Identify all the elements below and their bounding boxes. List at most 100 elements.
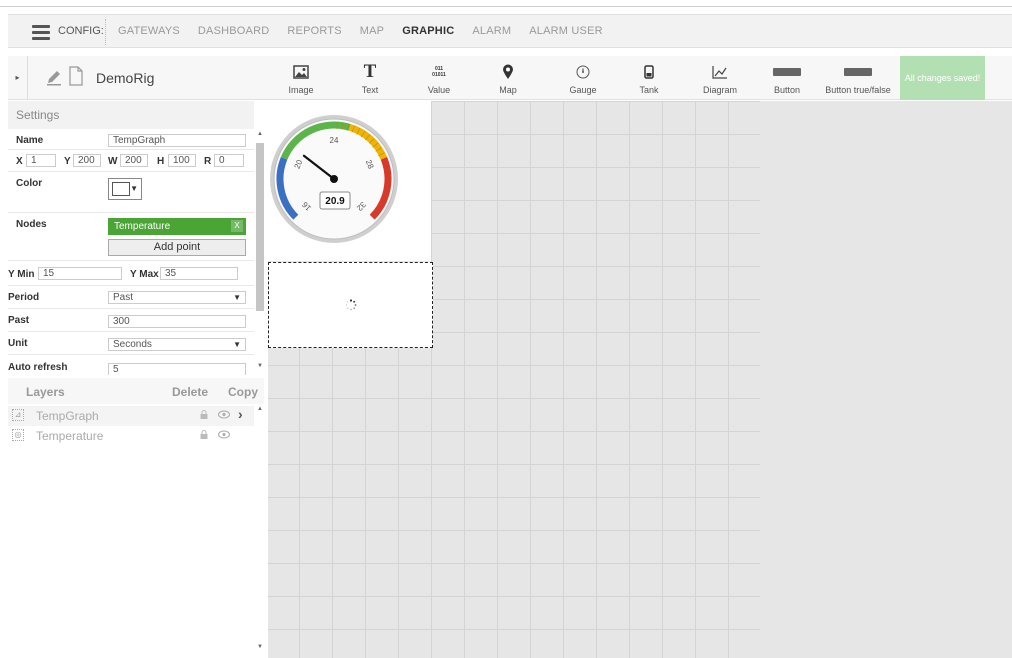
add-point-button[interactable]: Add point (108, 239, 246, 256)
settings-scrollbar[interactable]: ▲ ▼ (256, 131, 264, 375)
layers-scrollbar[interactable]: ▲ ▼ (256, 404, 264, 658)
graphic-canvas[interactable]: 16 20 24 28 32 20.9 (268, 101, 1012, 658)
period-value: Past (113, 292, 134, 303)
tool-image[interactable]: Image (284, 62, 318, 95)
nav-separator (105, 19, 106, 45)
document-icon[interactable] (68, 66, 84, 86)
r-label: R (204, 156, 212, 167)
h-input[interactable]: 100 (168, 154, 196, 167)
chevron-down-icon: ▼ (233, 293, 241, 302)
h-label: H (157, 156, 165, 167)
app-frame: CONFIG: GATEWAYS DASHBOARD REPORTS MAP GRAPH… (0, 0, 1012, 658)
nav-item-dashboard[interactable]: DASHBOARD (198, 25, 269, 37)
geometry-row: X 1 Y 200 W 200 H 100 R 0 (8, 150, 254, 172)
period-select[interactable]: Past ▼ (108, 291, 246, 304)
color-swatch (112, 182, 130, 196)
tool-label: Button (773, 85, 801, 95)
tool-value[interactable]: 011 01011 Value (422, 62, 456, 95)
chevron-down-icon: ▼ (130, 184, 138, 193)
nav-item-graphic[interactable]: GRAPHIC (402, 25, 454, 37)
remove-node-button[interactable]: X (231, 220, 243, 232)
tool-gauge[interactable]: Gauge (566, 62, 600, 95)
ymax-input[interactable]: 35 (160, 267, 238, 280)
node-chip: Temperature X (108, 218, 246, 235)
gauge-layer-icon: ◎ (12, 429, 24, 441)
tool-label: Image (288, 85, 314, 95)
delete-layer-button[interactable]: Delete (172, 385, 208, 399)
w-input[interactable]: 200 (120, 154, 148, 167)
nav-menu: GATEWAYS DASHBOARD REPORTS MAP GRAPHIC ALARM A… (118, 25, 621, 37)
color-picker[interactable]: ▼ (108, 178, 142, 200)
tool-map[interactable]: Map (491, 62, 525, 95)
canvas-margin (760, 101, 1012, 658)
scroll-down-icon[interactable]: ▼ (256, 363, 264, 369)
tool-button[interactable]: Button (770, 62, 804, 95)
layer-row[interactable]: ⊿ TempGraph › (8, 406, 254, 426)
nav-item-alarm-user[interactable]: ALARM USER (529, 25, 603, 37)
lock-icon[interactable] (200, 410, 208, 419)
auto-refresh-input[interactable]: 5 (108, 363, 246, 375)
diagram-icon (712, 66, 727, 79)
config-label: CONFIG: (58, 25, 104, 37)
lock-icon[interactable] (200, 430, 208, 439)
image-icon (293, 65, 309, 79)
layers-panel: Layers Delete Copy ⊿ TempGraph › ◎ Tempe… (8, 378, 264, 658)
scroll-down-icon[interactable]: ▼ (256, 644, 264, 650)
name-input[interactable]: TempGraph (108, 134, 246, 147)
nav-item-gateways[interactable]: GATEWAYS (118, 25, 180, 37)
chevron-right-icon[interactable]: › (238, 406, 243, 422)
scroll-up-icon[interactable]: ▲ (256, 131, 264, 137)
layers-header: Layers Delete Copy (8, 378, 264, 404)
r-input[interactable]: 0 (214, 154, 244, 167)
tool-label: Button true/false (825, 85, 891, 95)
temp-graph-widget[interactable] (268, 262, 433, 348)
unit-row: Unit Seconds ▼ (8, 332, 254, 355)
tool-label: Map (499, 85, 517, 95)
eye-icon[interactable] (218, 430, 230, 439)
graphic-toolbar: ▸ DemoRig Image T Text 011 01011 Value M… (8, 56, 1012, 100)
x-label: X (16, 156, 23, 167)
y-input[interactable]: 200 (73, 154, 101, 167)
chart-icon: ⊿ (12, 409, 24, 421)
nodes-row: Nodes Temperature X Add point (8, 213, 254, 261)
map-pin-icon (503, 64, 513, 79)
tool-label: Value (427, 85, 451, 95)
past-input[interactable]: 300 (108, 315, 246, 328)
scroll-up-icon[interactable]: ▲ (256, 406, 264, 412)
hamburger-menu-icon[interactable] (32, 25, 50, 40)
expand-panel-icon[interactable]: ▸ (8, 56, 28, 100)
settings-header: Settings (8, 101, 254, 129)
x-input[interactable]: 1 (26, 154, 56, 167)
gauge-tick-label: 24 (330, 136, 339, 145)
text-icon: T (363, 61, 377, 82)
pencil-icon[interactable] (46, 68, 62, 86)
nodes-label: Nodes (16, 219, 47, 230)
tool-diagram[interactable]: Diagram (703, 62, 737, 95)
y-label: Y (64, 156, 71, 167)
tool-label: Diagram (703, 85, 738, 95)
layer-row[interactable]: ◎ Temperature (8, 426, 254, 446)
unit-select[interactable]: Seconds ▼ (108, 338, 246, 351)
tool-text[interactable]: T Text (353, 61, 387, 95)
gauge-widget[interactable]: 16 20 24 28 32 20.9 (268, 101, 431, 261)
node-name: Temperature (114, 221, 171, 232)
name-label: Name (16, 135, 44, 146)
gauge-icon (576, 65, 590, 79)
gauge-hub (330, 175, 338, 183)
settings-panel: Settings Name TempGraph X 1 Y 200 W 200 … (8, 101, 264, 375)
ymin-label: Y Min (8, 269, 35, 280)
chevron-down-icon: ▼ (233, 340, 241, 349)
value-icon-line: 01011 (432, 72, 446, 78)
nav-item-alarm[interactable]: ALARM (472, 25, 511, 37)
tool-label: Gauge (569, 85, 597, 95)
unit-label: Unit (8, 338, 28, 349)
scrollbar-thumb[interactable] (256, 143, 264, 311)
name-row: Name TempGraph (8, 131, 254, 150)
tool-button-true-false[interactable]: Button true/false (816, 62, 900, 95)
tool-tank[interactable]: Tank (632, 62, 666, 95)
eye-icon[interactable] (218, 410, 230, 419)
nav-item-map[interactable]: MAP (360, 25, 384, 37)
ymin-input[interactable]: 15 (38, 267, 122, 280)
copy-layer-button[interactable]: Copy (228, 385, 258, 399)
nav-item-reports[interactable]: REPORTS (287, 25, 341, 37)
